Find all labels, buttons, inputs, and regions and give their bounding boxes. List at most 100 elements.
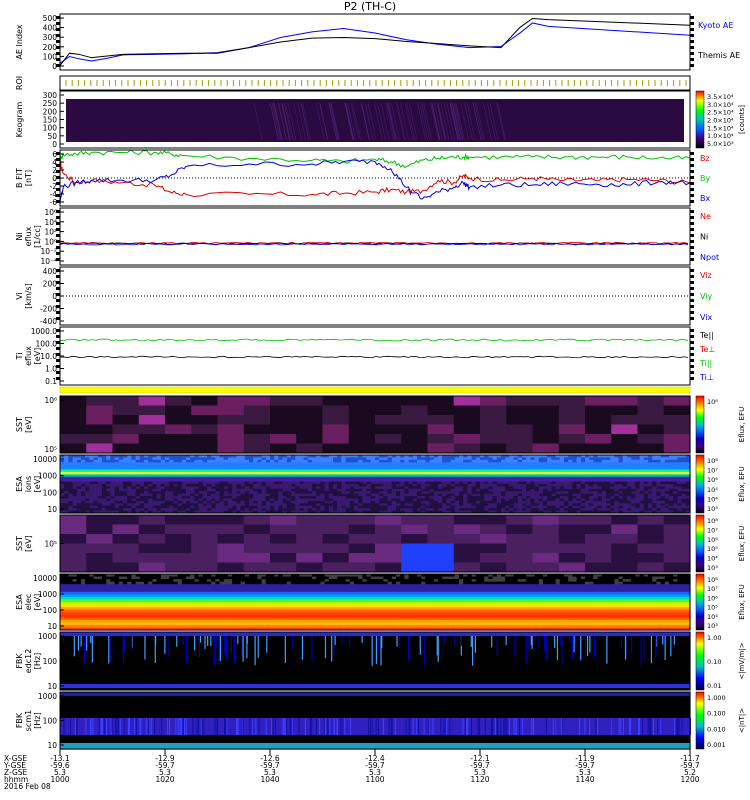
ae-edge-tick [56, 58, 60, 61]
sst-elec-cell [375, 534, 402, 545]
sst-ions-cell [112, 443, 140, 454]
esa-ions-ytick: 1000 [38, 472, 57, 481]
sst-elec-cell [558, 543, 586, 554]
ae-legend-entry: Kyoto AE [698, 21, 733, 30]
b-edge-tick [56, 152, 60, 155]
b-edge-tick [56, 188, 60, 191]
sst-ions-cell [86, 396, 114, 407]
sst-elec-cell [165, 543, 192, 554]
ni-edge-tick [690, 228, 694, 231]
sst-ions-cell [506, 396, 534, 407]
sst-elec-colorbar-tick: 10⁷ [707, 526, 718, 534]
sst-ions-cell [453, 424, 481, 435]
sst-elec-cell [86, 543, 114, 554]
vi-edge-tick [56, 311, 60, 314]
sst-elec-colorbar-tick: 10⁶ [707, 536, 718, 544]
ni-edge-tick [56, 252, 60, 255]
ni-ytick: 10⁰ [44, 237, 57, 246]
ni-ytick: 10⁶ [44, 208, 57, 217]
sst-elec-cell [480, 515, 507, 526]
sst-ions-cell [112, 396, 140, 407]
sst-ions-colorbar-tick: 10⁸ [707, 398, 718, 406]
sst-elec-cell [375, 524, 402, 535]
ni-edge-tick [690, 240, 694, 243]
esa-ions-colorbar-tick: 10⁵ [707, 486, 718, 494]
b-edge-tick [56, 170, 60, 173]
sst-elec-cell [270, 543, 297, 554]
keogram-ytick: 0 [52, 140, 57, 149]
ae-edge-tick [690, 52, 694, 55]
sst-ions-cell [191, 405, 219, 416]
sst-ions-cell [296, 415, 324, 426]
sst-ions-cell [453, 415, 481, 426]
sst-elec-cell [375, 515, 402, 526]
sst-elec-cell [663, 524, 691, 535]
sst-ions-cell [165, 443, 192, 454]
vi-legend-entry: Viy [700, 292, 713, 301]
sst-ions-cell [112, 405, 140, 416]
sst-ions-cell [480, 415, 507, 426]
sst-ions-cell [296, 434, 324, 445]
mode-bar [59, 386, 691, 394]
ti-ytick: 1.0 [45, 365, 57, 374]
esa-ions-ytick: 10 [47, 505, 57, 514]
sst-elec-cell [191, 534, 219, 545]
sst-elec-cell [138, 534, 166, 545]
sst-ions-cell [138, 415, 166, 426]
sst-elec-cell [296, 534, 324, 545]
ti-legend-entry: Te⊥ [699, 345, 715, 354]
ni-legend-entry: Ni [700, 233, 708, 242]
sst-ions-cell [243, 434, 271, 445]
sst-elec-cell [270, 553, 297, 564]
ni-ytick: 10⁴ [44, 218, 57, 227]
b-edge-tick [56, 182, 60, 185]
b-edge-tick [690, 170, 694, 173]
esa-ions-colorbar-tick: 10⁷ [707, 467, 718, 475]
b-edge-tick [690, 194, 694, 197]
sst-ions-cell [401, 434, 429, 445]
sst-ions-cell [663, 434, 691, 445]
sst-ions-cell [217, 424, 245, 435]
sst-ions-cell [322, 443, 350, 454]
sst-ions-cell [270, 443, 297, 454]
vi-ylabel: Vi [15, 292, 24, 300]
ae-legend-entry: Themis AE [697, 51, 740, 60]
ni-edge-tick [690, 210, 694, 213]
sst-elec-cell [112, 515, 140, 526]
sst-elec-cell [296, 553, 324, 564]
esa-ions-ylabel: ions [24, 476, 33, 492]
ae-edge-tick [690, 28, 694, 31]
b-legend-entry: Bz [700, 154, 710, 163]
sst-elec-cell [243, 543, 271, 554]
sst-ions-cell [191, 396, 219, 407]
sst-ions-cell [637, 443, 665, 454]
sst-ions-cell [138, 424, 166, 435]
sst-elec-cell [532, 515, 560, 526]
ae-edge-tick [690, 40, 694, 43]
sst-elec-cell [217, 515, 245, 526]
sst-elec-cell [585, 524, 612, 535]
sst-ions-cell [558, 434, 586, 445]
keogram-ylabel: Keogram [15, 101, 24, 137]
sst-elec-cell [86, 534, 114, 545]
sst-ions-cell [138, 434, 166, 445]
sst-ions-cell [375, 405, 402, 416]
sst-elec-cell [401, 553, 429, 564]
sst-ions-cell [558, 405, 586, 416]
sst-ions-cell [663, 424, 691, 435]
ae-edge-tick [56, 40, 60, 43]
sst-ions-cell [165, 415, 192, 426]
sst-elec-cell [375, 543, 402, 554]
esa-ions-ytick: 100 [43, 488, 58, 497]
sst-ions-cell [296, 424, 324, 435]
sst-ions-cell [138, 405, 166, 416]
ti-series-line [59, 338, 689, 342]
sst-elec-cell [506, 534, 534, 545]
sst-ions-cell [60, 443, 87, 454]
sst-elec-cell [322, 553, 350, 564]
ti-series-line [59, 355, 689, 359]
sst-elec-cell [191, 515, 219, 526]
sst-elec-cell [637, 562, 665, 573]
vi-edge-tick [690, 311, 694, 314]
sst-elec-cell [427, 534, 455, 545]
